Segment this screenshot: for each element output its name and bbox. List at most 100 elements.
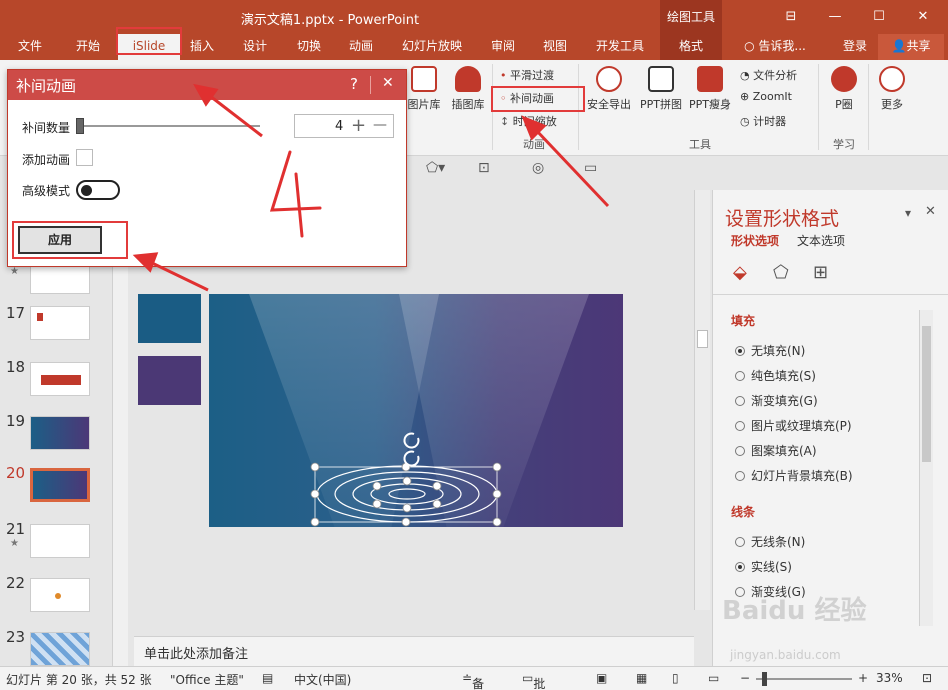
radio-background-fill[interactable]: 幻灯片背景填充(B) xyxy=(735,467,853,484)
color-swatch-blue[interactable] xyxy=(138,294,201,343)
time-scale-icon: ↕ xyxy=(500,115,510,128)
tab-animations[interactable]: 动画 xyxy=(340,34,382,60)
header-divider xyxy=(370,76,371,94)
share-button[interactable]: 👤共享 xyxy=(878,34,944,60)
tell-me-search[interactable]: ○ 告诉我... xyxy=(732,34,818,60)
slideshow-view-icon[interactable]: ▭ xyxy=(708,671,719,685)
radio-no-line[interactable]: 无线条(N) xyxy=(735,533,805,550)
close-button[interactable]: ✕ xyxy=(908,6,938,28)
tab-transitions[interactable]: 切换 xyxy=(288,34,330,60)
fill-bucket-icon[interactable]: ⬙ xyxy=(733,262,747,283)
count-slider-thumb[interactable] xyxy=(76,118,84,134)
pane-scrollbar[interactable] xyxy=(919,310,933,626)
ppt-slim-button[interactable]: PPT瘦身 xyxy=(686,66,734,112)
decrement-button[interactable]: — xyxy=(373,117,387,133)
login-link[interactable]: 登录 xyxy=(836,34,874,60)
picture-library-button[interactable]: 图片库 xyxy=(404,66,444,112)
slide-thumbnail[interactable] xyxy=(30,632,90,666)
increment-button[interactable]: + xyxy=(351,115,366,136)
pentagon-icon[interactable]: ⬠ xyxy=(773,262,789,283)
sorter-view-icon[interactable]: ▦ xyxy=(636,671,647,685)
fill-section-header[interactable]: 填充 xyxy=(731,312,755,329)
tab-slideshow[interactable]: 幻灯片放映 xyxy=(396,34,468,60)
animation-star-icon: ★ xyxy=(10,266,19,277)
slide-canvas[interactable] xyxy=(209,294,623,527)
zoom-level[interactable]: 33% xyxy=(876,671,903,685)
ribbon-display-icon[interactable]: ⊟ xyxy=(776,6,806,28)
ripple-shapes[interactable] xyxy=(209,294,623,527)
add-animation-checkbox[interactable] xyxy=(76,149,93,166)
slide-scrollbar[interactable] xyxy=(694,190,710,610)
tab-view[interactable]: 视图 xyxy=(534,34,576,60)
time-scale-button[interactable]: ↕ 时间缩放 xyxy=(500,113,557,129)
notes-toggle[interactable]: ≐ 备注 xyxy=(462,671,484,690)
count-value[interactable]: 4 xyxy=(335,119,343,134)
pane-close-icon[interactable]: ✕ xyxy=(925,204,936,219)
shape-effects-icon[interactable]: ⬠▾ xyxy=(426,160,445,176)
p-circle-button[interactable]: P圈 xyxy=(826,66,862,112)
zoom-out-icon[interactable]: − xyxy=(740,671,750,685)
tab-home[interactable]: 开始 xyxy=(64,34,112,60)
radio-icon xyxy=(735,421,745,431)
tab-review[interactable]: 审阅 xyxy=(482,34,524,60)
tab-file[interactable]: 文件 xyxy=(8,34,52,60)
slide-thumbnail[interactable] xyxy=(30,416,90,450)
zoom-in-icon[interactable]: + xyxy=(858,671,868,685)
slide-thumbnail[interactable] xyxy=(30,306,90,340)
file-analysis-button[interactable]: ◔ 文件分析 xyxy=(740,67,797,83)
tab-format[interactable]: 格式 xyxy=(660,34,722,60)
count-slider[interactable] xyxy=(80,125,260,127)
tab-developer[interactable]: 开发工具 xyxy=(588,34,652,60)
reading-view-icon[interactable]: ▯ xyxy=(672,671,679,685)
notes-area[interactable]: 单击此处添加备注 xyxy=(134,636,694,666)
group-icon[interactable]: ◎ xyxy=(532,160,544,176)
pane-scroll-thumb[interactable] xyxy=(922,326,931,462)
normal-view-icon[interactable]: ▣ xyxy=(596,671,607,685)
fit-slide-icon[interactable]: ⊡ xyxy=(922,671,932,685)
spellcheck-icon[interactable]: ▤ xyxy=(262,671,273,685)
more-button[interactable]: 更多 xyxy=(874,66,910,112)
picture-icon xyxy=(411,66,437,92)
selection-pane-icon[interactable]: ▭ xyxy=(584,160,597,176)
radio-no-fill[interactable]: 无填充(N) xyxy=(735,342,805,359)
line-section-header[interactable]: 线条 xyxy=(731,503,755,520)
language-indicator[interactable]: 中文(中国) xyxy=(294,671,351,688)
tab-text-options[interactable]: 文本选项 xyxy=(797,232,845,249)
maximize-button[interactable]: ☐ xyxy=(864,6,894,28)
advanced-mode-toggle[interactable] xyxy=(76,180,120,200)
radio-solid-line[interactable]: 实线(S) xyxy=(735,558,792,575)
comments-toggle[interactable]: ▭ 批注 xyxy=(522,671,545,690)
slide-number: 23 xyxy=(6,628,26,646)
safe-export-icon xyxy=(596,66,622,92)
slide-thumbnail[interactable] xyxy=(30,578,90,612)
align-icon[interactable]: ⊡ xyxy=(478,160,490,176)
illustration-library-button[interactable]: 插图库 xyxy=(446,66,490,112)
dialog-close-button[interactable]: ✕ xyxy=(382,75,394,91)
zoom-slider[interactable] xyxy=(756,672,852,686)
color-swatch-purple[interactable] xyxy=(138,356,201,405)
timer-button[interactable]: ◷ 计时器 xyxy=(740,113,786,129)
tab-design[interactable]: 设计 xyxy=(234,34,276,60)
slide-thumbnail-current[interactable] xyxy=(30,468,90,502)
radio-picture-fill[interactable]: 图片或纹理填充(P) xyxy=(735,417,852,434)
safe-export-button[interactable]: 安全导出 xyxy=(584,66,634,112)
help-button[interactable]: ? xyxy=(350,75,358,93)
tab-shape-options[interactable]: 形状选项 xyxy=(731,232,779,249)
radio-solid-fill[interactable]: 纯色填充(S) xyxy=(735,367,816,384)
smooth-transition-button[interactable]: • 平滑过渡 xyxy=(500,67,554,83)
slide-thumbnail[interactable] xyxy=(30,524,90,558)
slide-scroll-thumb[interactable] xyxy=(697,330,708,348)
pane-options-icon[interactable]: ▾ xyxy=(905,206,911,220)
zoom-slider-thumb[interactable] xyxy=(762,672,767,686)
p-circle-icon xyxy=(831,66,857,92)
minimize-button[interactable]: — xyxy=(820,6,850,28)
radio-gradient-fill[interactable]: 渐变填充(G) xyxy=(735,392,818,409)
size-layout-icon[interactable]: ⊞ xyxy=(813,262,828,283)
tab-insert[interactable]: 插入 xyxy=(182,34,222,60)
count-stepper[interactable]: 4 + — xyxy=(294,114,394,138)
zoomit-button[interactable]: ⊕ ZoomIt xyxy=(740,90,792,103)
ppt-collage-button[interactable]: PPT拼图 xyxy=(636,66,686,112)
tween-dialog: 补间动画 ? ✕ 补间数量 4 + — 添加动画 高级模式 应用 xyxy=(7,69,407,267)
slide-thumbnail[interactable] xyxy=(30,362,90,396)
radio-pattern-fill[interactable]: 图案填充(A) xyxy=(735,442,817,459)
